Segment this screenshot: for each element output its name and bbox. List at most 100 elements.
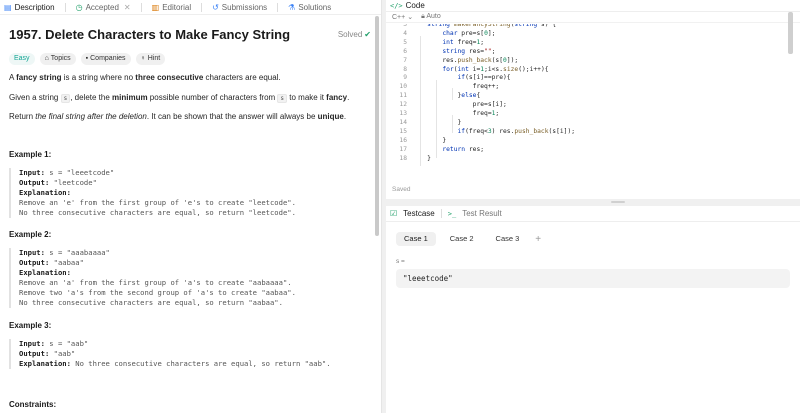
terminal-icon: >_: [447, 209, 457, 218]
document-icon: ▤: [4, 2, 12, 12]
check-circle-icon: ✔: [364, 29, 371, 39]
explanation-line: No three consecutive characters are equa…: [19, 208, 296, 217]
case-tab-3[interactable]: Case 3: [488, 232, 528, 246]
line-number: 5: [403, 38, 407, 46]
output-label: Output:: [19, 258, 50, 267]
example-output-line: Output: "aabaa": [19, 258, 296, 268]
code-panel: </> Code C++ ⌄ 🔒︎ Auto 3 string makeFanc…: [386, 0, 800, 199]
code-line[interactable]: freq++;: [412, 83, 500, 90]
text-run: Given a string: [9, 93, 61, 102]
text-run: .: [347, 93, 350, 102]
code-title: Code: [405, 1, 425, 10]
line-number: 12: [399, 101, 407, 109]
line-number: 13: [399, 110, 407, 117]
line-number: 11: [399, 92, 407, 100]
tab-submissions[interactable]: ↺ Submissions: [212, 3, 267, 12]
checkbox-icon: ☑: [390, 209, 398, 218]
companies-label: Companies: [90, 55, 126, 62]
tab-test-result[interactable]: Test Result: [462, 209, 502, 218]
constraints-heading: Constraints:: [9, 400, 57, 409]
description-paragraph-3: Return the final string after the deleti…: [9, 111, 346, 123]
tab-accepted-label: Accepted: [85, 2, 119, 12]
example-2-block: Input: s = "aaabaaaa" Output: "aabaa" Expl…: [9, 248, 296, 308]
description-paragraph-1: A fancy string is a string where no thre…: [9, 72, 281, 84]
code-line[interactable]: char pre=s[0];: [412, 30, 495, 37]
code-line[interactable]: }: [412, 137, 446, 144]
language-select[interactable]: C++ ⌄: [392, 13, 413, 21]
companies-chip[interactable]: ▪ Companies: [80, 53, 131, 65]
testcase-panel: ☑ Testcase >_ Test Result Case 1 Case 2 …: [386, 206, 800, 413]
text-run: .: [343, 112, 347, 121]
line-number: 16: [399, 136, 407, 144]
line-number: 14: [399, 118, 407, 126]
problem-title[interactable]: 1957. Delete Characters to Make Fancy St…: [9, 27, 290, 42]
hint-chip[interactable]: ♀ Hint: [135, 53, 166, 65]
inline-code: s: [60, 94, 71, 103]
topics-chip[interactable]: ⌂ Topics: [39, 53, 76, 65]
input-label: Input:: [19, 168, 45, 177]
explanation-label: Explanation:: [19, 359, 71, 368]
description-scrollbar[interactable]: [375, 16, 379, 236]
tab-accepted[interactable]: ◷ Accepted ✕: [76, 3, 131, 12]
example-2-title: Example 2:: [9, 230, 52, 239]
tab-editorial[interactable]: ▥ Editorial: [152, 3, 191, 12]
explanation-line: Remove an 'a' from the first group of 'a…: [19, 278, 292, 287]
tab-solutions[interactable]: ⚗ Solutions: [288, 3, 331, 12]
variable-label: s =: [396, 258, 405, 265]
tab-testcase[interactable]: Testcase: [403, 209, 435, 218]
code-line[interactable]: return res;: [412, 146, 484, 153]
panel-splitter[interactable]: [386, 199, 800, 206]
code-line[interactable]: if(s[i]==pre){: [412, 74, 511, 81]
code-line[interactable]: int freq=1;: [412, 39, 484, 46]
app-root: ▤ Description ◷ Accepted ✕ ▥ Editorial ↺…: [0, 0, 800, 413]
line-number: 7: [403, 56, 407, 64]
code-line[interactable]: string res="";: [412, 48, 495, 55]
saved-status: Saved: [392, 186, 411, 193]
close-icon[interactable]: ✕: [124, 3, 131, 12]
input-value: s = "leeetcode": [49, 168, 115, 177]
tag-icon: ⌂: [44, 55, 49, 62]
code-line[interactable]: for(int i=1;i<s.size();i++){: [412, 66, 548, 73]
explanation-label: Explanation:: [19, 268, 71, 277]
language-label: C++: [392, 14, 406, 21]
example-1-title: Example 1:: [9, 150, 52, 159]
add-case-button[interactable]: +: [535, 234, 541, 245]
code-line[interactable]: freq=1;: [412, 110, 500, 117]
code-line[interactable]: }: [412, 119, 461, 126]
code-line[interactable]: }: [412, 155, 431, 162]
example-3-title: Example 3:: [9, 321, 52, 330]
hint-label: Hint: [147, 55, 161, 62]
editor-toolbar: C++ ⌄ 🔒︎ Auto: [386, 12, 800, 23]
inline-code: s: [277, 94, 288, 103]
example-input-line: Input: s = "aaabaaaa": [19, 248, 296, 258]
editor-scrollbar[interactable]: [788, 12, 793, 54]
code-header: </> Code: [386, 0, 800, 12]
drag-handle[interactable]: [611, 201, 625, 203]
case-tab-2[interactable]: Case 2: [442, 232, 482, 246]
testcase-header: ☑ Testcase >_ Test Result: [386, 206, 800, 222]
code-line[interactable]: string makeFancyString(string s) {: [412, 24, 556, 28]
code-editor[interactable]: 3 string makeFancyString(string s) {4 ch…: [386, 24, 800, 179]
explanation-value: No three consecutive characters are equa…: [75, 359, 331, 368]
code-line[interactable]: res.push_back(s[0]);: [412, 57, 518, 64]
explanation-line: Remove an 'e' from the first group of 'e…: [19, 198, 296, 207]
clock-icon: ◷: [75, 2, 83, 12]
example-explanation-line: Explanation: No three consecutive charac…: [19, 359, 331, 369]
input-label: Input:: [19, 339, 45, 348]
text-run: . It can be shown that the answer will a…: [146, 112, 318, 121]
code-line[interactable]: if(freq<3) res.push_back(s[i]);: [412, 128, 576, 135]
testcase-input[interactable]: "leeetcode": [396, 269, 790, 288]
case-tabs: Case 1 Case 2 Case 3 +: [396, 232, 541, 246]
code-line[interactable]: }else{: [412, 92, 480, 99]
line-number: 6: [403, 47, 407, 55]
text-run: characters are equal.: [203, 73, 281, 82]
output-label: Output:: [19, 178, 50, 187]
tab-description[interactable]: ▤ Description: [4, 3, 55, 12]
code-line[interactable]: pre=s[i];: [412, 101, 507, 108]
line-number: 18: [399, 154, 407, 162]
auto-mode[interactable]: 🔒︎ Auto: [421, 13, 441, 21]
solved-status: Solved ✔: [338, 30, 371, 39]
tab-divider: [140, 2, 142, 12]
tab-submissions-label: Submissions: [221, 2, 268, 12]
case-tab-1[interactable]: Case 1: [396, 232, 436, 246]
